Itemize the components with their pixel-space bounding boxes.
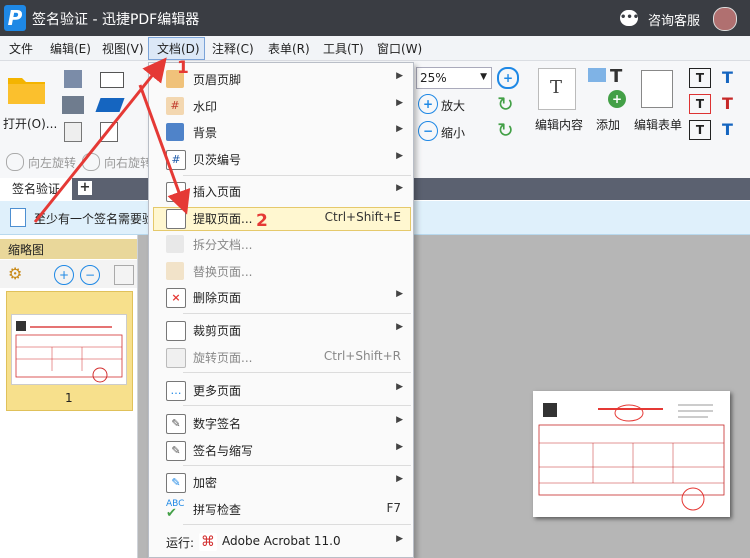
step-1-label: 1 <box>177 58 189 78</box>
annotation-arrows <box>33 57 191 223</box>
arrow-to-extract-page <box>138 84 191 215</box>
arrow-to-document-menu <box>33 57 167 223</box>
step-2-label: 2 <box>256 211 268 231</box>
